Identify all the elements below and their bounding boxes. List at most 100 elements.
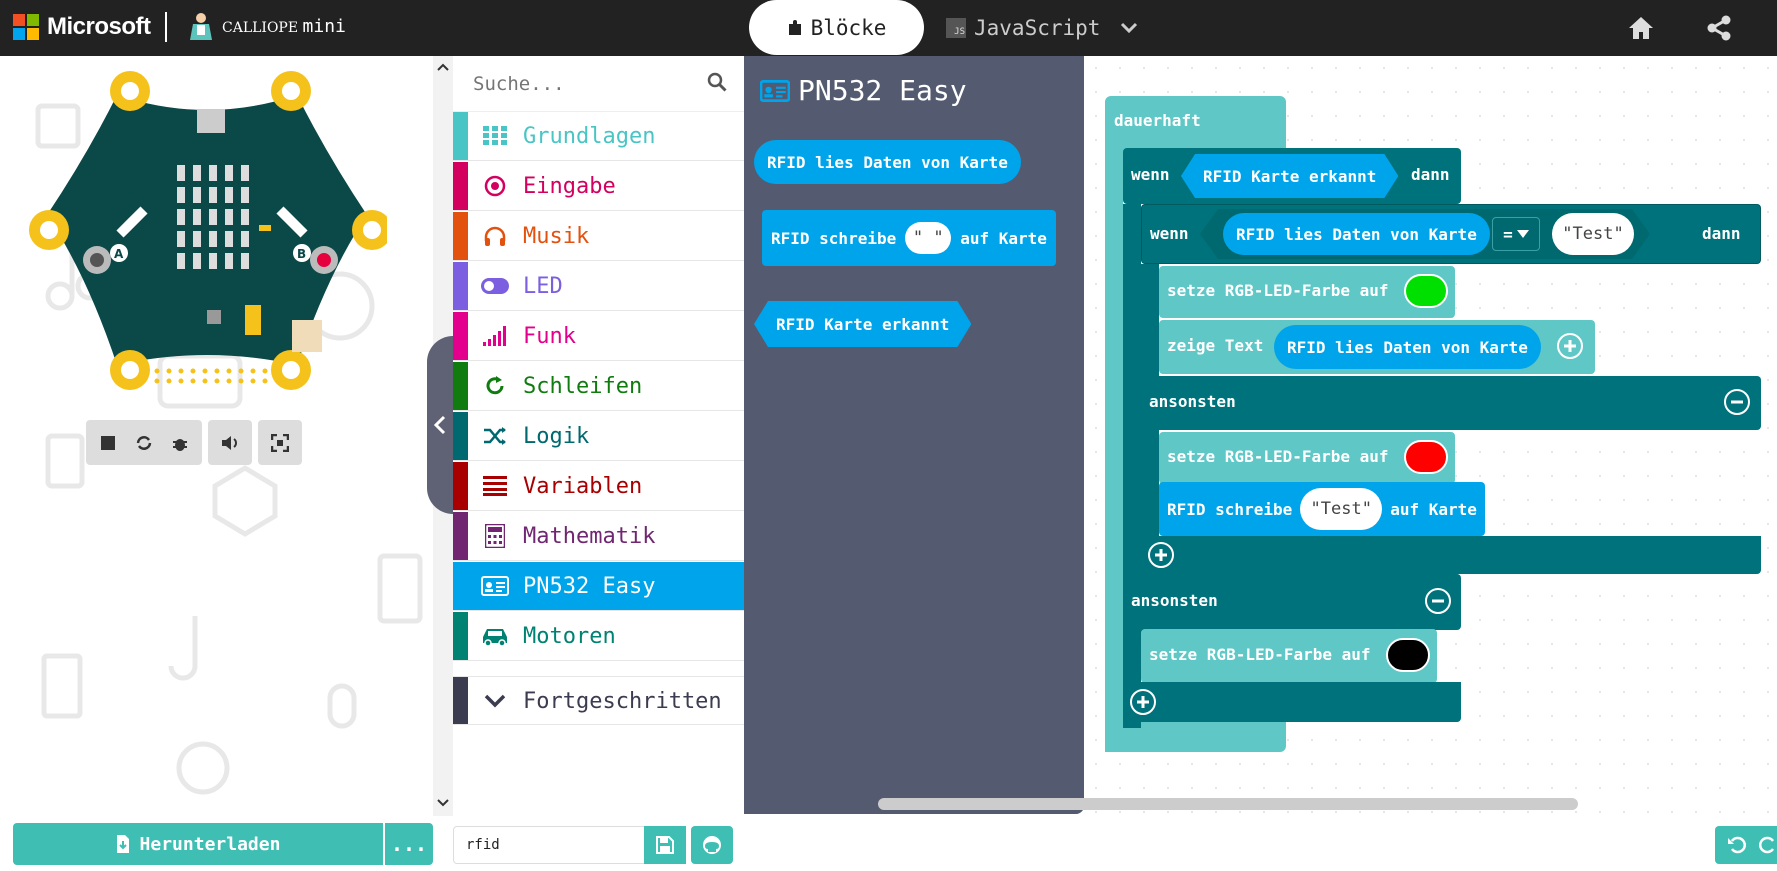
else-section-inner[interactable]: ansonsten xyxy=(1141,376,1761,430)
if2-footer xyxy=(1141,536,1761,574)
block-rfid-read[interactable]: RFID lies Daten von Karte xyxy=(1274,325,1541,369)
workspace-horizontal-scrollbar[interactable] xyxy=(878,798,1578,810)
restart-icon[interactable] xyxy=(128,427,160,459)
home-icon[interactable] xyxy=(1625,12,1657,44)
block-rfid-detected[interactable]: RFID Karte erkannt xyxy=(754,301,971,347)
remove-else-icon[interactable] xyxy=(1724,389,1750,415)
block-flyout: PN532 Easy RFID lies Daten von Karte RFI… xyxy=(744,56,1084,814)
block-set-rgb-red[interactable]: setze RGB-LED-Farbe auf xyxy=(1159,432,1455,484)
refresh-icon xyxy=(481,374,509,398)
tab-blocks[interactable]: Blöcke xyxy=(749,0,924,55)
stop-icon[interactable] xyxy=(92,427,124,459)
block-label: wenn xyxy=(1150,224,1189,243)
scroll-down-icon[interactable] xyxy=(433,796,453,810)
tab-javascript[interactable]: JS JavaScript xyxy=(946,10,1138,46)
calliope-board[interactable]: A B xyxy=(27,65,387,395)
debug-icon[interactable] xyxy=(164,427,196,459)
download-button[interactable]: Herunterladen xyxy=(13,823,383,865)
collapse-simulator-button[interactable] xyxy=(427,336,453,514)
search-input[interactable] xyxy=(473,70,703,98)
toolbox-search xyxy=(453,56,744,112)
add-else-if-icon[interactable] xyxy=(1148,542,1174,568)
category-label: Logik xyxy=(523,424,590,449)
svg-text:B: B xyxy=(297,247,306,261)
search-icon[interactable] xyxy=(707,72,727,92)
block-label: auf Karte xyxy=(960,228,1047,248)
block-label: ansonsten xyxy=(1149,392,1236,411)
category-led[interactable]: LED xyxy=(453,262,744,311)
app-root: Microsoft CALLIOPE mini Blöcke JS JavaSc… xyxy=(0,0,1777,871)
save-button[interactable] xyxy=(644,826,686,864)
add-argument-icon[interactable] xyxy=(1557,333,1583,359)
category-label: PN532 Easy xyxy=(523,574,656,599)
category-funk[interactable]: Funk xyxy=(453,312,744,361)
redo-button[interactable] xyxy=(1759,826,1777,864)
category-label: Schleifen xyxy=(523,374,643,399)
block-rfid-read[interactable]: RFID lies Daten von Karte xyxy=(754,140,1021,184)
block-if-read-equals[interactable]: wenn RFID lies Daten von Karte = "Test" … xyxy=(1141,204,1761,264)
category-fortgeschritten[interactable]: Fortgeschritten xyxy=(453,676,744,725)
category-label: Musik xyxy=(523,224,590,249)
undo-icon xyxy=(1728,836,1746,854)
block-label: setze RGB-LED-Farbe auf xyxy=(1149,645,1371,664)
share-icon[interactable] xyxy=(1703,12,1735,44)
scroll-up-icon[interactable] xyxy=(433,60,453,74)
category-variablen[interactable]: Variablen xyxy=(453,462,744,511)
chevron-down-icon[interactable] xyxy=(1120,22,1138,34)
block-label: dann xyxy=(1702,224,1741,243)
remove-else-icon[interactable] xyxy=(1425,588,1451,614)
more-options-button[interactable]: ... xyxy=(385,823,433,865)
block-rfid-detected[interactable]: RFID Karte erkannt xyxy=(1181,154,1398,198)
block-rfid-read[interactable]: RFID lies Daten von Karte xyxy=(1223,213,1490,255)
category-label: Eingabe xyxy=(523,174,616,199)
microsoft-logo[interactable]: Microsoft xyxy=(13,13,151,41)
string-input[interactable]: "Test" xyxy=(1552,213,1634,255)
simulator-controls xyxy=(86,420,302,465)
else-section-outer[interactable]: ansonsten xyxy=(1123,574,1461,630)
block-if-card-detected[interactable]: wenn RFID Karte erkannt dann xyxy=(1123,148,1461,204)
if1-spine xyxy=(1123,204,1141,728)
category-label: Mathematik xyxy=(523,524,656,549)
brand-text: Microsoft xyxy=(47,13,151,40)
block-forever[interactable]: dauerhaft xyxy=(1105,96,1286,152)
block-label: dauerhaft xyxy=(1114,111,1201,130)
shuffle-icon xyxy=(481,424,509,448)
block-label: RFID lies Daten von Karte xyxy=(767,152,1008,172)
color-swatch-red[interactable] xyxy=(1404,440,1448,474)
fullscreen-icon[interactable] xyxy=(264,427,296,459)
color-swatch-black[interactable] xyxy=(1386,638,1430,672)
category-motoren[interactable]: Motoren xyxy=(453,612,744,661)
simulator-panel: A B xyxy=(0,56,433,816)
operator-dropdown[interactable]: = xyxy=(1492,217,1540,251)
github-button[interactable] xyxy=(691,826,733,864)
project-name-input[interactable] xyxy=(453,826,645,864)
flyout-title-text: PN532 Easy xyxy=(798,74,967,107)
category-mathematik[interactable]: Mathematik xyxy=(453,512,744,561)
sim-control-group xyxy=(86,420,202,465)
calliope-logo[interactable]: CALLIOPE mini xyxy=(188,12,346,40)
undo-button[interactable] xyxy=(1715,826,1759,864)
block-label: dann xyxy=(1411,165,1450,184)
string-input[interactable]: " " xyxy=(905,222,952,254)
category-logik[interactable]: Logik xyxy=(453,412,744,461)
js-icon: JS xyxy=(946,18,966,38)
mute-icon[interactable] xyxy=(214,427,246,459)
block-set-rgb-black[interactable]: setze RGB-LED-Farbe auf xyxy=(1141,629,1437,683)
add-else-if-icon[interactable] xyxy=(1130,689,1156,715)
blocks-workspace[interactable]: dauerhaft wenn RFID Karte erkannt dann w… xyxy=(1084,56,1777,816)
category-eingabe[interactable]: Eingabe xyxy=(453,162,744,211)
car-icon xyxy=(481,624,509,648)
block-show-text[interactable]: zeige Text RFID lies Daten von Karte xyxy=(1159,320,1595,374)
category-grundlagen[interactable]: Grundlagen xyxy=(453,112,744,161)
download-icon xyxy=(116,835,129,853)
category-musik[interactable]: Musik xyxy=(453,212,744,261)
category-pn532-easy[interactable]: PN532 Easy xyxy=(453,562,744,611)
dropdown-arrow-icon xyxy=(1516,230,1529,238)
block-set-rgb-green[interactable]: setze RGB-LED-Farbe auf xyxy=(1159,266,1455,318)
block-rfid-write[interactable]: RFID schreibe " " auf Karte xyxy=(762,210,1056,266)
color-swatch-green[interactable] xyxy=(1404,274,1448,308)
category-label: Funk xyxy=(523,324,576,349)
category-schleifen[interactable]: Schleifen xyxy=(453,362,744,411)
string-input[interactable]: "Test" xyxy=(1300,488,1383,530)
block-rfid-write[interactable]: RFID schreibe "Test" auf Karte xyxy=(1159,482,1485,536)
